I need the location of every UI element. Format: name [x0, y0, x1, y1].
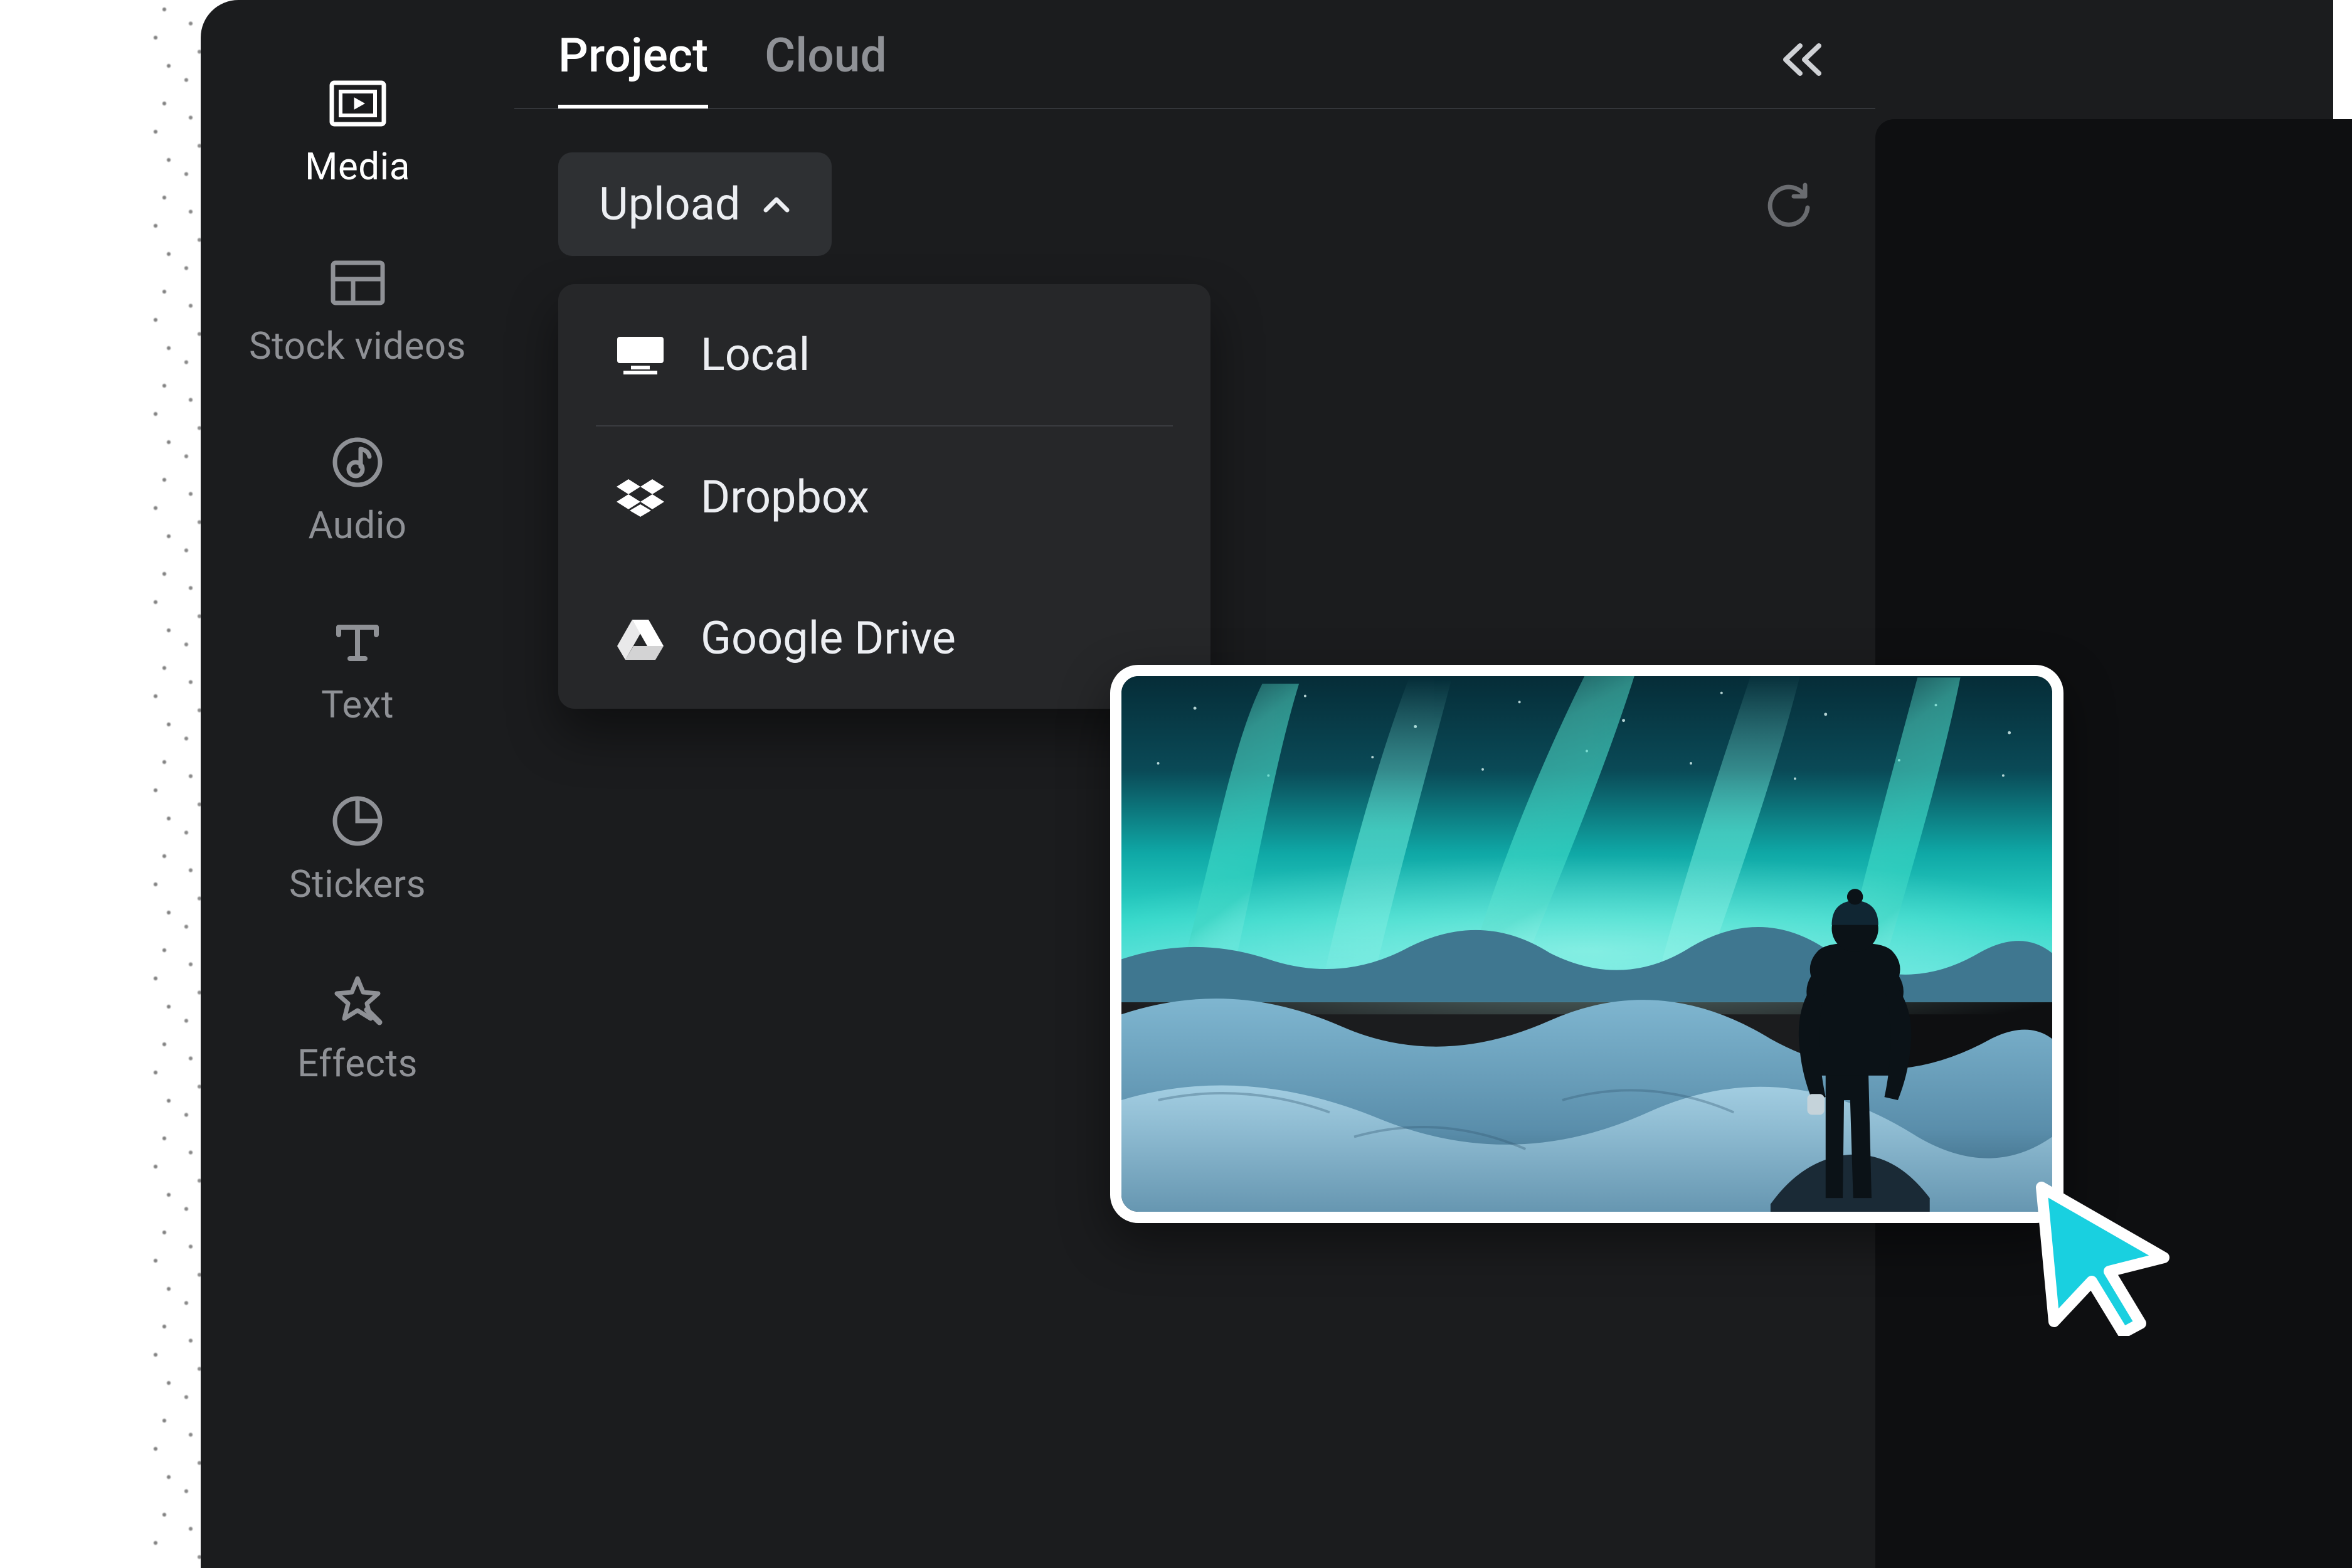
- sidebar-item-media[interactable]: Media: [201, 44, 514, 223]
- sidebar-item-label: Media: [305, 144, 410, 189]
- upload-row: Upload: [514, 109, 1875, 256]
- upload-button-label: Upload: [599, 177, 740, 231]
- upload-option-label: Dropbox: [701, 470, 869, 524]
- sidebar-item-text[interactable]: Text: [201, 582, 514, 761]
- audio-icon: [328, 437, 388, 487]
- text-icon: [328, 617, 388, 667]
- sidebar-item-audio[interactable]: Audio: [201, 403, 514, 582]
- upload-dropdown: Local Dropbox: [558, 284, 1210, 709]
- tab-label: Cloud: [765, 28, 887, 83]
- tab-label: Project: [558, 28, 708, 83]
- sidebar-item-effects[interactable]: Effects: [201, 941, 514, 1120]
- sidebar-item-stickers[interactable]: Stickers: [201, 761, 514, 941]
- thumbnail-image: [1121, 676, 2052, 1212]
- monitor-icon: [615, 329, 666, 381]
- sidebar-item-label: Stock videos: [249, 324, 466, 368]
- upload-option-local[interactable]: Local: [558, 284, 1210, 425]
- upload-option-label: Google Drive: [701, 612, 956, 665]
- sidebar-item-label: Text: [321, 682, 394, 727]
- effects-icon: [328, 975, 388, 1025]
- media-icon: [328, 78, 388, 129]
- collapse-panel-button[interactable]: [1775, 38, 1831, 82]
- stickers-icon: [328, 796, 388, 846]
- tool-sidebar: Media Stock videos Audio: [201, 0, 514, 1568]
- panel-tabs: Project Cloud: [514, 0, 1875, 109]
- sidebar-item-label: Effects: [297, 1041, 418, 1086]
- sidebar-item-label: Audio: [308, 503, 406, 548]
- chevron-up-icon: [762, 190, 791, 219]
- google-drive-icon: [615, 613, 666, 664]
- upload-option-label: Local: [701, 328, 810, 381]
- upload-button[interactable]: Upload: [558, 152, 832, 256]
- sidebar-item-stock-videos[interactable]: Stock videos: [201, 223, 514, 403]
- refresh-icon: [1765, 181, 1814, 230]
- tab-project[interactable]: Project: [558, 28, 708, 109]
- sidebar-item-label: Stickers: [289, 862, 426, 906]
- tab-cloud[interactable]: Cloud: [765, 28, 887, 109]
- dropbox-icon: [615, 472, 666, 523]
- media-thumbnail-dragging[interactable]: [1110, 665, 2063, 1223]
- layout-icon: [328, 258, 388, 308]
- chevron-double-left-icon: [1778, 41, 1828, 78]
- refresh-button[interactable]: [1762, 179, 1816, 232]
- upload-option-dropbox[interactable]: Dropbox: [558, 426, 1210, 568]
